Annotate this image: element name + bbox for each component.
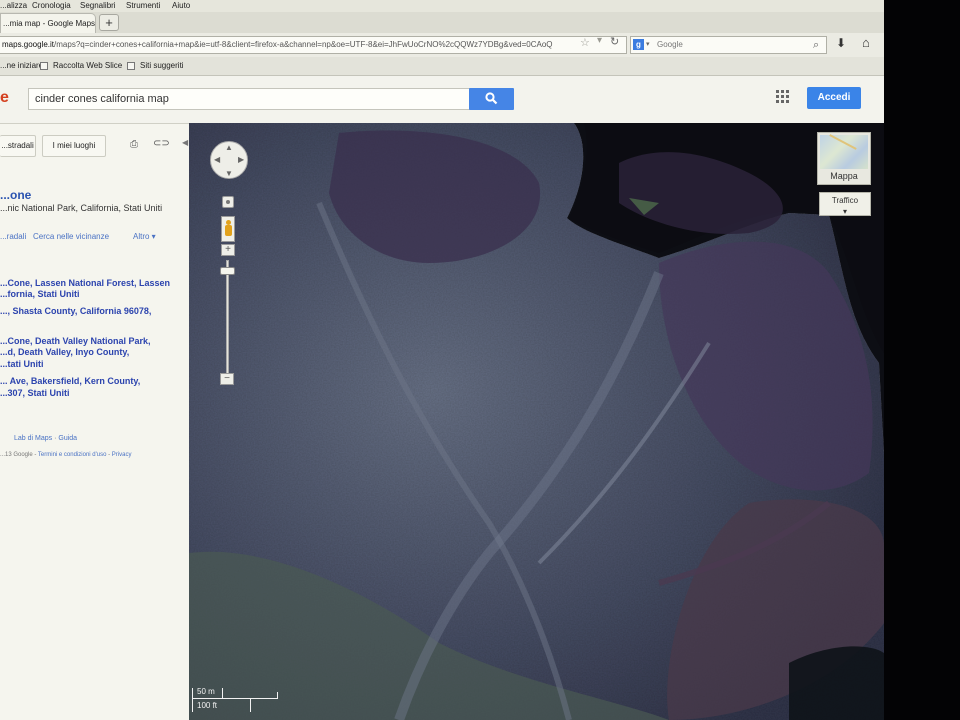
google-logo[interactable]: e (0, 89, 9, 107)
more-link[interactable]: Altro ▾ (133, 232, 156, 241)
satellite-map[interactable]: ▲ ▼ ◀ ▶ + − Mappa Traffico ▾ 50 m 100 ft (189, 123, 884, 720)
search-icon[interactable]: ⌕ (813, 37, 819, 53)
pan-left-icon[interactable]: ◀ (214, 155, 220, 164)
help-link[interactable]: Guida (58, 435, 77, 442)
map-type-label: Mappa (830, 171, 858, 181)
zoom-slider-thumb[interactable] (220, 267, 235, 276)
zoom-out-button[interactable]: − (220, 373, 234, 385)
panel-footer-copyright: ...13 Google - Termini e condizioni d'us… (0, 452, 132, 458)
place-title[interactable]: ...one (0, 188, 31, 202)
chevron-down-icon[interactable]: ▾ (646, 37, 650, 53)
privacy-link[interactable]: Privacy (112, 452, 132, 458)
scale-bar: 50 m 100 ft (192, 686, 278, 714)
result-line[interactable]: ...Cone, Lassen National Forest, Lassen (0, 278, 170, 288)
result-line[interactable]: ...Cone, Death Valley National Park, (0, 336, 151, 346)
search-engine-icon[interactable]: g (633, 39, 644, 50)
chevron-down-icon: ▾ (842, 207, 847, 216)
street-view-pegman-icon[interactable] (221, 216, 235, 242)
browser-window: ...alizza Cronologia Segnalibri Strument… (0, 0, 884, 720)
suggested-sites-icon (127, 62, 135, 70)
menu-bookmarks[interactable]: Segnalibri (80, 1, 116, 10)
screen-bezel (884, 0, 960, 720)
pan-up-icon[interactable]: ▲ (225, 143, 233, 152)
menu-bar: ...alizza Cronologia Segnalibri Strument… (0, 0, 884, 12)
tab-google-maps[interactable]: ...mia map - Google Maps (0, 13, 96, 33)
bookmark-web-slice[interactable]: Raccolta Web Slice (53, 61, 122, 70)
search-button[interactable] (469, 88, 514, 110)
results-panel: ...stradali I miei luoghi ⎙ ⊂⊃ ◀ ...one … (0, 124, 197, 720)
url-path: /maps?q=cinder+cones+california+map&ie=u… (54, 40, 553, 49)
result-line[interactable]: ...307, Stati Uniti (0, 388, 70, 398)
url-host: maps.google.it (2, 40, 55, 49)
collapse-panel-icon[interactable]: ◀ (182, 138, 188, 147)
scale-metric-label: 50 m (197, 687, 215, 696)
bookmark-suggested-sites[interactable]: Siti suggeriti (140, 61, 184, 70)
search-placeholder: Google (657, 40, 683, 49)
menu-help[interactable]: Aiuto (172, 1, 190, 10)
menu-history[interactable]: Cronologia (32, 1, 71, 10)
result-line[interactable]: ...fornia, Stati Uniti (0, 289, 80, 299)
navigation-bar: maps.google.it/maps?q=cinder+cones+calif… (0, 33, 884, 57)
url-bar[interactable]: maps.google.it/maps?q=cinder+cones+calif… (0, 36, 627, 54)
download-icon[interactable]: ⬇ (836, 36, 846, 50)
place-address: ...nic National Park, California, Stati … (0, 203, 163, 213)
scale-tick (192, 688, 193, 712)
search-nearby-link[interactable]: Cerca nelle vicinanze (33, 232, 109, 241)
new-tab-button[interactable]: + (99, 14, 119, 31)
panel-footer-links: Lab di Maps · Guida (14, 435, 77, 442)
menu-tools[interactable]: Strumenti (126, 1, 160, 10)
bookmarks-bar: ...ne iniziare Raccolta Web Slice Siti s… (0, 57, 884, 76)
result-line[interactable]: ... Ave, Bakersfield, Kern County, (0, 376, 140, 386)
link-icon[interactable]: ⊂⊃ (153, 138, 170, 149)
maps-search-input[interactable]: cinder cones california map (28, 88, 470, 110)
my-places-button[interactable]: I miei luoghi (42, 135, 106, 157)
pan-right-icon[interactable]: ▶ (238, 155, 244, 164)
copyright-text: ...13 Google - (0, 452, 38, 458)
result-line[interactable]: ...tati Uniti (0, 359, 44, 369)
satellite-imagery (189, 123, 884, 720)
browser-search-field[interactable]: g ▾ Google ⌕ (630, 36, 827, 54)
google-header: e cinder cones california map Accedi (0, 76, 884, 124)
menu-view[interactable]: ...alizza (0, 1, 27, 10)
directions-link[interactable]: ...radali (0, 232, 26, 241)
pan-control[interactable]: ▲ ▼ ◀ ▶ (210, 141, 248, 179)
tab-strip: ...mia map - Google Maps + (0, 12, 884, 33)
zoom-reset-button[interactable] (222, 196, 234, 208)
maps-lab-link[interactable]: Lab di Maps (14, 435, 52, 442)
dropdown-icon[interactable]: ▾ (597, 35, 602, 46)
traffic-button[interactable]: Traffico ▾ (819, 192, 871, 216)
terms-link[interactable]: Termini e condizioni d'uso (38, 452, 107, 458)
web-slice-icon (40, 62, 48, 70)
home-icon[interactable]: ⌂ (862, 35, 870, 50)
zoom-in-button[interactable]: + (221, 244, 235, 256)
result-line[interactable]: ...d, Death Valley, Inyo County, (0, 347, 129, 357)
scale-imperial-label: 100 ft (197, 701, 218, 710)
bookmark-getting-started[interactable]: ...ne iniziare (0, 61, 43, 70)
scale-tick (250, 698, 251, 712)
zoom-slider-track[interactable] (226, 260, 229, 375)
search-icon (485, 92, 498, 105)
apps-grid-icon[interactable] (776, 90, 790, 104)
map-type-toggle[interactable]: Mappa (817, 132, 871, 185)
scale-tick (277, 692, 278, 699)
map-type-thumbnail (820, 135, 868, 169)
traffic-label: Traffico (831, 196, 859, 205)
scale-tick (222, 688, 223, 698)
bookmark-star-icon[interactable]: ☆ (580, 36, 590, 49)
print-icon[interactable]: ⎙ (130, 139, 138, 150)
scale-line (192, 698, 278, 699)
reload-icon[interactable]: ↻ (610, 35, 619, 48)
directions-button[interactable]: ...stradali (0, 135, 36, 157)
result-line[interactable]: ..., Shasta County, California 96078, (0, 306, 151, 316)
sign-in-button[interactable]: Accedi (807, 87, 861, 109)
pan-down-icon[interactable]: ▼ (225, 169, 233, 178)
